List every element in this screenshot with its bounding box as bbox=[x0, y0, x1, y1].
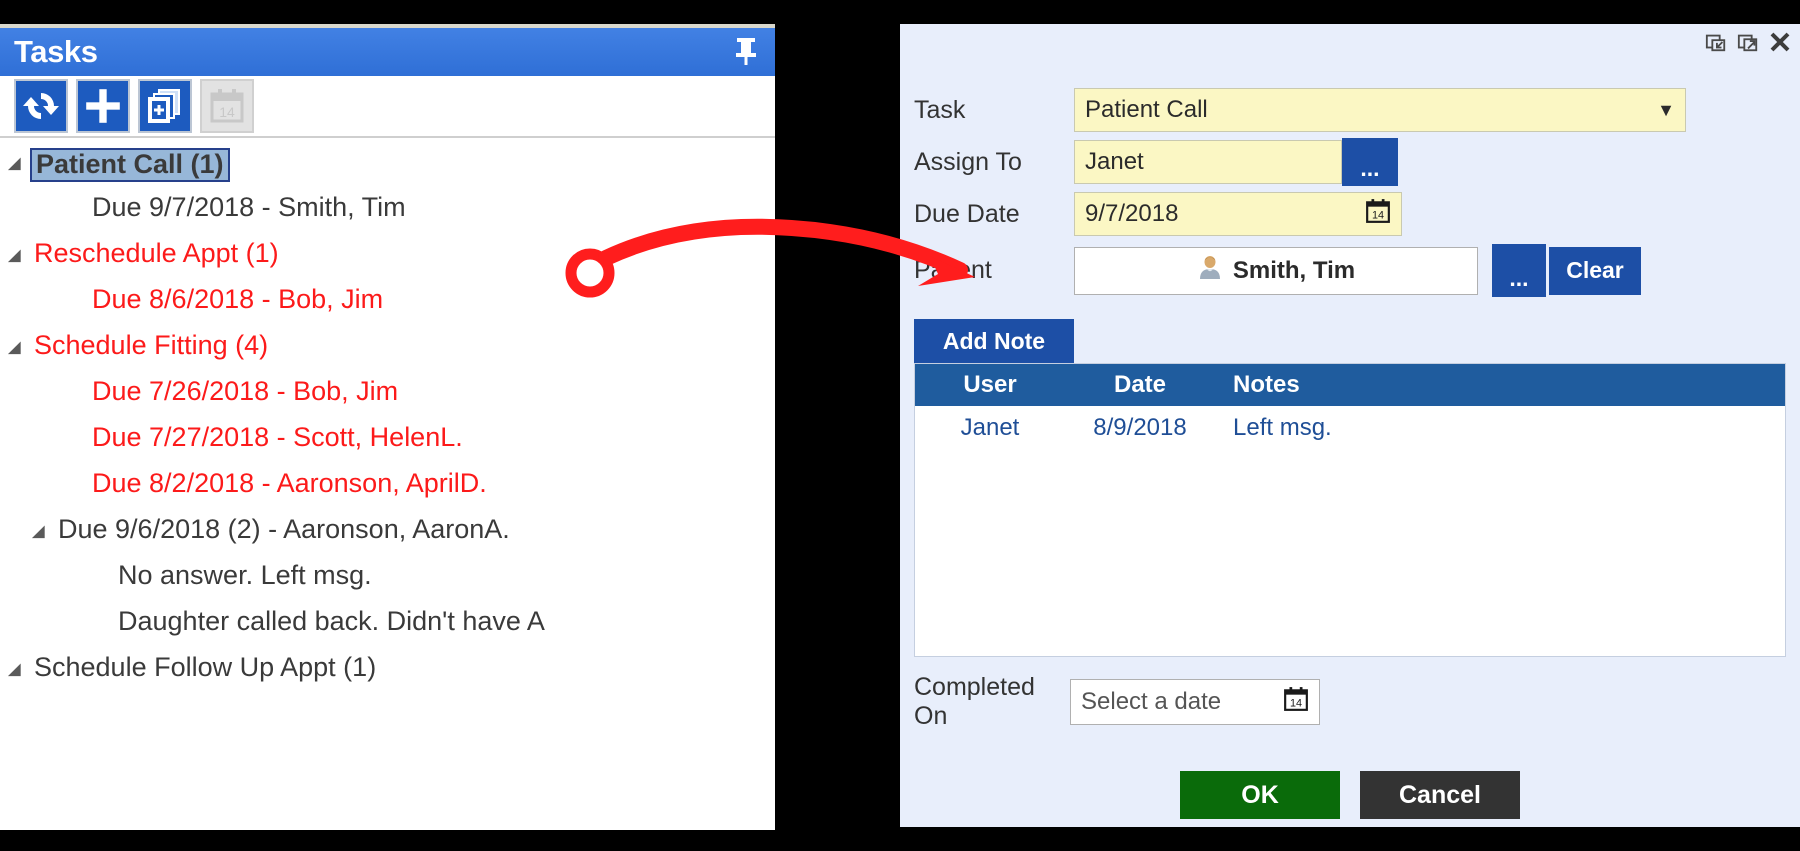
table-row[interactable]: Janet 8/9/2018 Left msg. bbox=[915, 406, 1785, 450]
task-select[interactable]: Patient Call ▼ bbox=[1074, 88, 1686, 132]
task-tree-item-label: Due 9/7/2018 - Smith, Tim bbox=[92, 192, 406, 222]
expander-triangle-icon[interactable] bbox=[0, 148, 34, 177]
patient-clear-button[interactable]: Clear bbox=[1549, 246, 1641, 295]
assign-to-browse-button[interactable]: ... bbox=[1342, 138, 1398, 186]
due-date-value: 9/7/2018 bbox=[1085, 200, 1179, 227]
due-date-field-row: Due Date 9/7/2018 14 bbox=[914, 192, 1800, 236]
task-tree-item-label: Schedule Fitting (4) bbox=[34, 330, 269, 360]
task-tree-item-label: Reschedule Appt (1) bbox=[34, 238, 279, 268]
task-tree-item[interactable]: Schedule Follow Up Appt (1) bbox=[0, 654, 775, 700]
add-note-button[interactable]: Add Note bbox=[914, 319, 1074, 363]
person-icon bbox=[1197, 254, 1223, 287]
assign-to-label: Assign To bbox=[914, 147, 1022, 176]
task-tree-item-label: Due 7/26/2018 - Bob, Jim bbox=[92, 376, 399, 406]
patient-input[interactable]: Smith, Tim bbox=[1074, 246, 1478, 295]
svg-text:14: 14 bbox=[1290, 697, 1302, 709]
task-tree-item[interactable]: Due 9/6/2018 (2) - Aaronson, AaronA. bbox=[0, 516, 775, 562]
completed-on-placeholder: Select a date bbox=[1081, 688, 1222, 715]
assign-to-value: Janet bbox=[1085, 148, 1144, 175]
patient-value: Smith, Tim bbox=[1232, 256, 1356, 284]
dialog-window-controls bbox=[1704, 30, 1792, 54]
calendar-button: 14 bbox=[200, 79, 254, 133]
task-tree-item-label: No answer. Left msg. bbox=[118, 560, 372, 590]
task-tree-item[interactable]: Due 8/6/2018 - Bob, Jim bbox=[0, 286, 775, 332]
svg-text:14: 14 bbox=[1372, 209, 1384, 221]
notes-table-header: User Date Notes bbox=[915, 364, 1785, 406]
note-date: 8/9/2018 bbox=[1093, 414, 1187, 441]
task-label: Task bbox=[914, 95, 966, 124]
notes-table-body: Janet 8/9/2018 Left msg. bbox=[915, 406, 1785, 656]
task-tree-item[interactable]: No answer. Left msg. bbox=[0, 562, 775, 608]
add-task-button[interactable] bbox=[76, 79, 130, 133]
add-note-row: Add Note bbox=[914, 319, 1800, 363]
task-tree-item[interactable]: Reschedule Appt (1) bbox=[0, 240, 775, 286]
task-field-row: Task Patient Call ▼ bbox=[914, 88, 1800, 132]
task-tree-item-label: Due 8/6/2018 - Bob, Jim bbox=[92, 284, 384, 314]
task-tree-item[interactable]: Due 7/27/2018 - Scott, HelenL. bbox=[0, 424, 775, 470]
task-tree-item-label: Daughter called back. Didn't have A bbox=[118, 606, 545, 636]
task-tree-item[interactable]: Daughter called back. Didn't have A bbox=[0, 608, 775, 654]
patient-field-row: Patient Smith, Tim ... Clear bbox=[914, 244, 1800, 297]
ok-button[interactable]: OK bbox=[1180, 771, 1340, 819]
due-date-input[interactable]: 9/7/2018 14 bbox=[1074, 192, 1402, 236]
task-tree-item-label: Due 7/27/2018 - Scott, HelenL. bbox=[92, 422, 463, 452]
task-tree-item[interactable]: Due 8/2/2018 - Aaronson, AprilD. bbox=[0, 470, 775, 516]
calendar-14-icon[interactable]: 14 bbox=[1365, 198, 1391, 231]
task-tree-item-label: Due 8/2/2018 - Aaronson, AprilD. bbox=[92, 468, 487, 498]
expander-triangle-icon[interactable] bbox=[0, 332, 34, 361]
column-header-date[interactable]: Date bbox=[1065, 371, 1215, 399]
chevron-down-icon: ▼ bbox=[1657, 99, 1675, 120]
completed-on-label: Completed On bbox=[914, 673, 1035, 730]
expander-triangle-icon[interactable] bbox=[24, 516, 58, 545]
refresh-button[interactable] bbox=[14, 79, 68, 133]
expander-triangle-icon[interactable] bbox=[0, 240, 34, 269]
assign-to-input[interactable]: Janet bbox=[1074, 140, 1342, 184]
notes-table: User Date Notes Janet 8/9/2018 Left msg. bbox=[914, 363, 1786, 657]
tasks-panel: Tasks 14 Patient Call (1) Due 9/7/2018 -… bbox=[0, 24, 775, 830]
pin-icon[interactable] bbox=[733, 36, 759, 66]
task-tree-item-label: Patient Call (1) bbox=[30, 148, 230, 182]
patient-label: Patient bbox=[914, 256, 992, 284]
calendar-14-icon[interactable]: 14 bbox=[1283, 686, 1309, 719]
task-tree-item[interactable]: Patient Call (1) bbox=[0, 148, 775, 194]
column-header-notes[interactable]: Notes bbox=[1215, 371, 1785, 399]
tasks-toolbar: 14 bbox=[0, 76, 775, 138]
screenshot-root: Tasks 14 Patient Call (1) Due 9/7/2018 -… bbox=[0, 0, 1800, 851]
task-tree-item-label: Schedule Follow Up Appt (1) bbox=[34, 652, 377, 682]
note-text: Left msg. bbox=[1233, 414, 1332, 441]
completed-on-field-row: Completed On Select a date 14 bbox=[914, 673, 1800, 731]
column-header-user[interactable]: User bbox=[915, 371, 1065, 399]
completed-on-input[interactable]: Select a date 14 bbox=[1070, 679, 1320, 725]
tasks-panel-titlebar: Tasks bbox=[0, 28, 775, 76]
add-multiple-tasks-button[interactable] bbox=[138, 79, 192, 133]
svg-text:14: 14 bbox=[219, 104, 235, 120]
task-tree-item-label: Due 9/6/2018 (2) - Aaronson, AaronA. bbox=[58, 514, 510, 544]
task-tree-item[interactable]: Schedule Fitting (4) bbox=[0, 332, 775, 378]
close-icon[interactable] bbox=[1768, 30, 1792, 54]
page-title: Tasks bbox=[14, 34, 98, 69]
cancel-button[interactable]: Cancel bbox=[1360, 771, 1520, 819]
restore-down-icon[interactable] bbox=[1704, 30, 1728, 54]
due-date-label: Due Date bbox=[914, 199, 1020, 228]
task-tree-item[interactable]: Due 7/26/2018 - Bob, Jim bbox=[0, 378, 775, 424]
assign-to-field-row: Assign To Janet ... bbox=[914, 138, 1800, 186]
note-user: Janet bbox=[960, 414, 1020, 441]
task-detail-dialog: Task Patient Call ▼ Assign To Janet ... … bbox=[900, 24, 1800, 827]
pop-out-icon[interactable] bbox=[1736, 30, 1760, 54]
task-tree-item[interactable]: Due 9/7/2018 - Smith, Tim bbox=[0, 194, 775, 240]
patient-browse-button[interactable]: ... bbox=[1492, 244, 1546, 297]
tasks-tree: Patient Call (1) Due 9/7/2018 - Smith, Ti… bbox=[0, 138, 775, 700]
expander-triangle-icon[interactable] bbox=[0, 654, 34, 683]
task-value: Patient Call bbox=[1085, 96, 1208, 123]
dialog-footer: OK Cancel bbox=[900, 771, 1800, 819]
